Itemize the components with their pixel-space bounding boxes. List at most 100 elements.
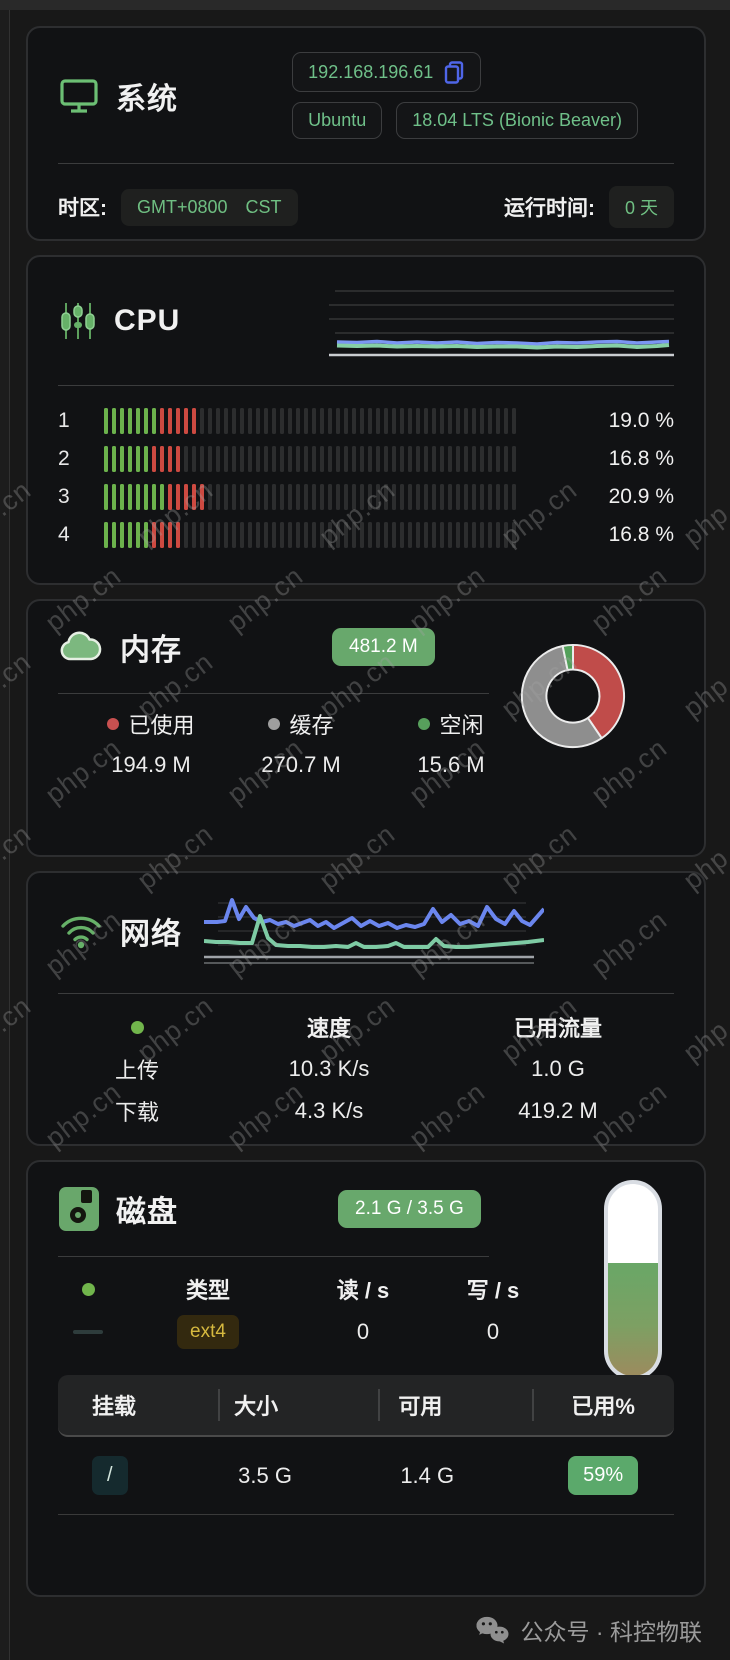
meter-segment (128, 522, 132, 548)
meter-segment (392, 484, 396, 510)
meter-segment (104, 484, 108, 510)
divider (58, 1256, 490, 1257)
cpu-core-index: 4 (58, 523, 70, 546)
meter-segment (192, 446, 196, 472)
meter-segment (232, 522, 236, 548)
meter-segment (480, 522, 484, 548)
timezone-abbr: CST (245, 196, 282, 217)
meter-segment (488, 522, 492, 548)
meter-segment (176, 522, 180, 548)
speed-header: 速度 (306, 1016, 351, 1041)
meter-segment (360, 446, 364, 472)
meter-segment (224, 522, 228, 548)
meter-segment (376, 522, 380, 548)
meter-segment (432, 522, 436, 548)
io-type-header: 类型 (185, 1278, 230, 1303)
meter-segment (472, 484, 476, 510)
meter-segment (120, 484, 124, 510)
meter-segment (200, 408, 204, 434)
meter-segment (392, 522, 396, 548)
disk-gauge (604, 1180, 662, 1380)
meter-segment (392, 408, 396, 434)
meter-segment (240, 408, 244, 434)
disk-device-dash (73, 1330, 103, 1334)
meter-segment (400, 446, 404, 472)
meter-segment (232, 408, 236, 434)
monitor-icon (58, 76, 100, 116)
timezone-label: 时区: (58, 197, 107, 220)
col-size: 大小 (218, 1375, 378, 1435)
meter-segment (432, 484, 436, 510)
meter-segment (320, 484, 324, 510)
meter-segment (224, 446, 228, 472)
network-status-dot (130, 1020, 144, 1034)
cloud-icon (58, 630, 104, 664)
size-value: 3.5 G (238, 1462, 292, 1488)
meter-segment (144, 484, 148, 510)
used-percent-badge: 59% (568, 1456, 639, 1495)
uptime-badge: 0 天 (608, 186, 674, 228)
meter-segment (408, 408, 412, 434)
meter-segment (360, 484, 364, 510)
meter-segment (392, 446, 396, 472)
meter-segment (504, 408, 508, 434)
fs-type-badge: ext4 (177, 1315, 239, 1349)
meter-segment (120, 522, 124, 548)
footer: 公众号 · 科控物联 (0, 1613, 702, 1647)
wechat-icon (475, 1615, 511, 1645)
meter-segment (232, 484, 236, 510)
divider (58, 385, 674, 386)
meter-segment (336, 522, 340, 548)
meter-segment (248, 408, 252, 434)
meter-segment (488, 484, 492, 510)
meter-segment (248, 484, 252, 510)
meter-segment (216, 484, 220, 510)
meter-segment (280, 408, 284, 434)
ip-badge[interactable]: 192.168.196.61 (292, 52, 482, 92)
meter-segment (304, 522, 308, 548)
memory-donut-chart (520, 643, 625, 749)
meter-segment (128, 408, 132, 434)
copy-icon[interactable] (443, 60, 465, 84)
meter-segment (184, 522, 188, 548)
meter-segment (240, 484, 244, 510)
meter-segment (184, 484, 188, 510)
meter-segment (368, 408, 372, 434)
meter-segment (104, 446, 108, 472)
network-title: 网络 (120, 918, 182, 951)
cpu-core-meter (104, 522, 582, 548)
meter-segment (128, 446, 132, 472)
direction-label: 上传 (114, 1058, 159, 1083)
cpu-core-meter (104, 484, 582, 510)
meter-segment (168, 408, 172, 434)
meter-segment (424, 408, 428, 434)
meter-segment (312, 446, 316, 472)
network-chart (204, 898, 544, 964)
meter-segment (240, 522, 244, 548)
meter-segment (120, 446, 124, 472)
meter-segment (264, 408, 268, 434)
meter-segment (384, 522, 388, 548)
meter-segment (208, 484, 212, 510)
cpu-core-index: 2 (58, 447, 70, 470)
cpu-core-row: 1 19.0 % (58, 402, 674, 440)
meter-segment (480, 484, 484, 510)
mount-badge: / (92, 1456, 128, 1495)
meter-segment (368, 484, 372, 510)
meter-segment (400, 408, 404, 434)
meter-segment (344, 446, 348, 472)
meter-segment (376, 446, 380, 472)
meter-segment (192, 408, 196, 434)
disk-title: 磁盘 (116, 1196, 178, 1229)
meter-segment (312, 522, 316, 548)
meter-segment (472, 522, 476, 548)
legend-label: 缓存 (289, 713, 334, 738)
meter-segment (344, 484, 348, 510)
meter-segment (288, 408, 292, 434)
meter-segment (224, 484, 228, 510)
meter-segment (152, 522, 156, 548)
meter-segment (504, 522, 508, 548)
meter-segment (408, 522, 412, 548)
meter-segment (496, 484, 500, 510)
meter-segment (264, 522, 268, 548)
